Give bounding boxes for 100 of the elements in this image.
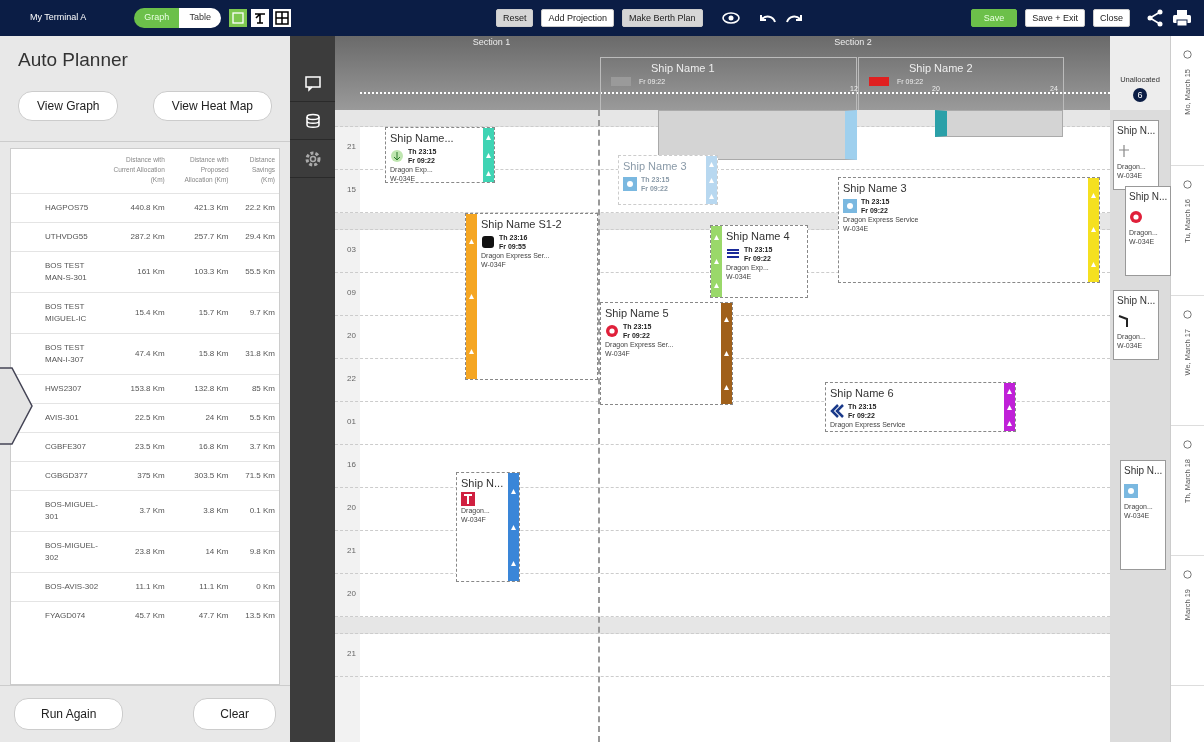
- ship-name: Ship Name 5: [605, 306, 670, 321]
- mast-icon: [1117, 143, 1131, 158]
- table-cell: HAGPOS75: [11, 193, 107, 223]
- table-cell: CGBGD377: [11, 461, 107, 491]
- hour-label: 20: [346, 330, 357, 342]
- view-button[interactable]: View Heat Map: [152, 91, 272, 122]
- count-badge: 6: [1133, 88, 1147, 102]
- panel-title: Auto Planner: [17, 48, 129, 72]
- chevron-icon[interactable]: [0, 366, 34, 446]
- table-cell: 23.5 Km: [107, 432, 169, 462]
- table-cell: BOS-AVIS-302: [11, 572, 107, 602]
- ship-name: Ship Name 3: [623, 159, 688, 174]
- clock-icon: [1183, 180, 1192, 189]
- table-cell: 3.7 Km: [232, 432, 279, 462]
- table-cell: 15.7 Km: [168, 292, 233, 334]
- hour-label: 15: [346, 184, 357, 196]
- toolbar-button[interactable]: Make Berth Plan: [621, 9, 703, 27]
- table-cell: 287.2 Km: [107, 222, 169, 252]
- grid-icon[interactable]: [273, 10, 290, 26]
- table-cell: 9.7 Km: [232, 292, 279, 334]
- clock-icon: [1183, 310, 1192, 319]
- table-cell: BOS-MIGUEL-302: [11, 531, 107, 573]
- hour-label: 21: [346, 545, 357, 557]
- ship-name: Ship Name 4: [726, 229, 791, 244]
- table-cell: 15.4 Km: [107, 292, 169, 334]
- database-icon[interactable]: [303, 111, 322, 130]
- table-cell: 47.4 Km: [107, 333, 169, 375]
- hour-label: 16: [346, 459, 357, 471]
- table-cell: 85 Km: [232, 374, 279, 404]
- hour-label: 21: [346, 141, 357, 153]
- cog-icon[interactable]: [303, 149, 322, 168]
- eye-icon[interactable]: [720, 11, 741, 25]
- table-cell: 29.4 Km: [232, 222, 279, 252]
- hour-label: 09: [346, 287, 357, 299]
- toolbar-button[interactable]: Save + Exit: [1025, 9, 1085, 27]
- section-label: Section 2: [833, 36, 873, 49]
- table-cell: BOS TEST MIGUEL-IC: [11, 292, 107, 334]
- table-cell: 132.8 Km: [168, 374, 233, 404]
- clock-icon: [1183, 570, 1192, 579]
- comment-icon[interactable]: [303, 73, 322, 92]
- table-cell: 11.1 Km: [168, 572, 233, 602]
- circle-icon: [390, 148, 404, 163]
- view-tab[interactable]: Table: [179, 8, 221, 28]
- table-cell: 11.1 Km: [107, 572, 169, 602]
- block-icon: [481, 234, 495, 249]
- table-cell: BOS TEST MAN-S-301: [11, 251, 107, 293]
- table-cell: 9.8 Km: [232, 531, 279, 573]
- table-cell: 24 Km: [168, 403, 233, 433]
- table-cell: 47.7 Km: [168, 601, 233, 630]
- ship-name: Ship N...: [1124, 464, 1162, 478]
- terminal-name: My Terminal A: [30, 11, 87, 25]
- table-cell: 55.5 Km: [232, 251, 279, 293]
- table-cell: 440.8 Km: [107, 193, 169, 223]
- ship-name: Ship N...: [1117, 124, 1155, 138]
- tile-icon: [843, 198, 857, 213]
- ship-name: Ship Name 6: [830, 386, 895, 401]
- table-cell: BOS-MIGUEL-301: [11, 490, 107, 532]
- table-cell: 22.2 Km: [232, 193, 279, 223]
- table-cell: 23.8 Km: [107, 531, 169, 573]
- table-cell: 153.8 Km: [107, 374, 169, 404]
- print-icon[interactable]: [1172, 9, 1192, 27]
- table-cell: 31.8 Km: [232, 333, 279, 375]
- table-cell: 375 Km: [107, 461, 169, 491]
- footer-button[interactable]: Clear: [193, 697, 276, 730]
- hour-label: 01: [346, 416, 357, 428]
- ship-name: Ship N...: [1117, 294, 1155, 308]
- ship-name: Ship Name...: [390, 131, 455, 146]
- toolbar-button[interactable]: Close: [1093, 9, 1130, 27]
- table-cell: 22.5 Km: [107, 403, 169, 433]
- chevron-icon: [830, 403, 844, 418]
- share-icon[interactable]: [1146, 9, 1164, 27]
- redo-icon[interactable]: [784, 12, 803, 24]
- table-cell: 71.5 Km: [232, 461, 279, 491]
- table-cell: 16.8 Km: [168, 432, 233, 462]
- footer-button[interactable]: Run Again: [14, 697, 124, 730]
- ship-name: Ship N...: [1129, 190, 1167, 204]
- table-cell: 161 Km: [107, 251, 169, 293]
- table-cell: 15.8 Km: [168, 333, 233, 375]
- tile-icon: [1124, 483, 1138, 498]
- hour-label: 21: [346, 648, 357, 660]
- table-cell: 103.3 Km: [168, 251, 233, 293]
- ship-name: Ship N...: [461, 476, 504, 491]
- ship-name: Ship Name 2: [908, 61, 974, 76]
- table-cell: 14 Km: [168, 531, 233, 573]
- hour-label: 22: [346, 373, 357, 385]
- toolbar-button[interactable]: Reset: [495, 9, 534, 27]
- section-label: Section 1: [471, 36, 512, 49]
- hour-label: 20: [346, 588, 357, 600]
- clock-icon: [1183, 50, 1192, 59]
- undo-icon[interactable]: [758, 12, 777, 24]
- table-cell: 257.7 Km: [168, 222, 233, 252]
- table-cell: 421.3 Km: [168, 193, 233, 223]
- table-cell: FYAGD074: [11, 601, 107, 630]
- view-button[interactable]: View Graph: [18, 91, 119, 122]
- hour-label: 03: [346, 244, 357, 256]
- ship-name: Ship Name 3: [843, 181, 908, 196]
- table-cell: 13.5 Km: [232, 601, 279, 630]
- table-cell: 303.5 Km: [168, 461, 233, 491]
- ring-icon: [605, 323, 619, 338]
- toolbar-button[interactable]: Add Projection: [541, 9, 614, 27]
